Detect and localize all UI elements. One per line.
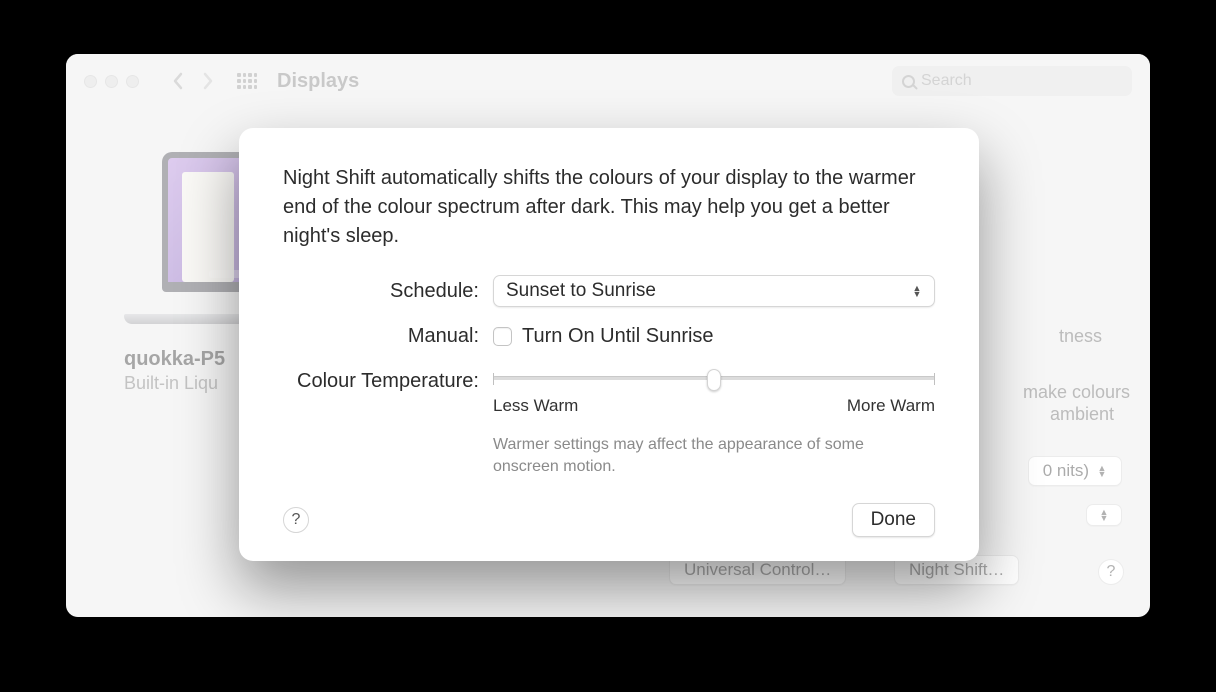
colour-temperature-row: Colour Temperature: Less Warm More Warm … [283, 366, 935, 479]
slider-knob[interactable] [707, 369, 721, 391]
schedule-row: Schedule: Sunset to Sunrise ▲▼ [283, 275, 935, 307]
slider-less-label: Less Warm [493, 396, 578, 416]
colour-temperature-slider[interactable] [493, 376, 935, 380]
slider-end-labels: Less Warm More Warm [493, 396, 935, 416]
schedule-label: Schedule: [283, 280, 493, 303]
sheet-footer: ? Done [283, 503, 935, 537]
slider-more-label: More Warm [847, 396, 935, 416]
schedule-select[interactable]: Sunset to Sunrise ▲▼ [493, 275, 935, 307]
manual-checkbox[interactable] [493, 327, 512, 346]
night-shift-sheet: Night Shift automatically shifts the col… [239, 128, 979, 561]
schedule-value: Sunset to Sunrise [506, 280, 656, 302]
chevron-updown-icon: ▲▼ [912, 285, 922, 297]
done-button[interactable]: Done [852, 503, 935, 537]
slider-tick-max [934, 373, 935, 385]
sheet-help-button[interactable]: ? [283, 507, 309, 533]
night-shift-description: Night Shift automatically shifts the col… [283, 164, 935, 251]
manual-checkbox-label: Turn On Until Sunrise [522, 325, 714, 348]
slider-note: Warmer settings may affect the appearanc… [493, 434, 913, 479]
slider-tick-min [493, 373, 494, 385]
manual-label: Manual: [283, 325, 493, 348]
colour-temperature-label: Colour Temperature: [283, 366, 493, 393]
manual-row: Manual: Turn On Until Sunrise [283, 325, 935, 348]
